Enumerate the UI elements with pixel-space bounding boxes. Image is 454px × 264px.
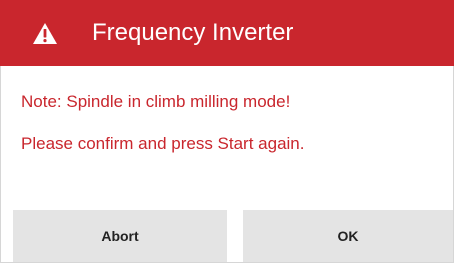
message-line-2: Please confirm and press Start again. <box>21 134 305 153</box>
abort-button[interactable]: Abort <box>13 210 227 262</box>
ok-button[interactable]: OK <box>243 210 453 262</box>
dialog-titlebar: Frequency Inverter <box>0 0 454 66</box>
frequency-inverter-dialog: Frequency Inverter Note: Spindle in clim… <box>0 0 454 263</box>
message-line-1: Note: Spindle in climb milling mode! <box>21 92 291 111</box>
dialog-title: Frequency Inverter <box>92 19 294 46</box>
